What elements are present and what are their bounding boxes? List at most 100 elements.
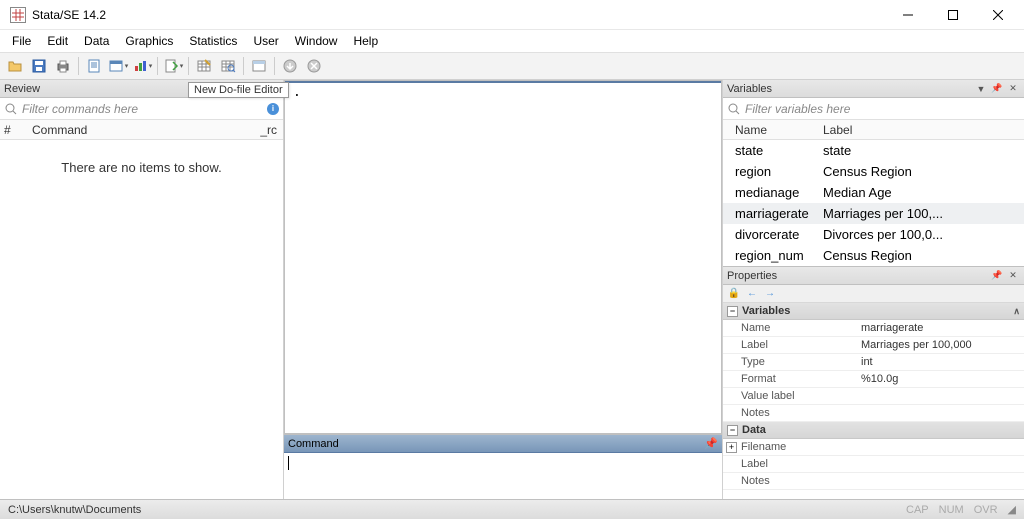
col-rc[interactable]: _rc	[249, 123, 279, 137]
review-columns: # Command _rc	[0, 120, 283, 140]
minimize-button[interactable]	[885, 0, 930, 30]
prev-icon[interactable]: ←	[745, 287, 759, 301]
command-pane: Command 📌	[284, 434, 722, 499]
command-input[interactable]	[284, 453, 722, 499]
toolbar: ▾ ▾ ▾	[0, 52, 1024, 80]
property-row[interactable]: Notes	[723, 405, 1024, 422]
chevron-up-icon[interactable]: ∧	[1013, 306, 1020, 317]
menu-file[interactable]: File	[4, 32, 39, 50]
pin-icon[interactable]: 📌	[990, 269, 1004, 283]
property-row[interactable]: Namemarriagerate	[723, 320, 1024, 337]
lock-icon[interactable]: 🔒	[727, 287, 741, 301]
property-row[interactable]: LabelMarriages per 100,000	[723, 337, 1024, 354]
col-command[interactable]: Command	[26, 123, 249, 137]
close-pane-icon[interactable]: ✕	[1006, 82, 1020, 96]
var-name: state	[731, 143, 823, 158]
menu-graphics[interactable]: Graphics	[117, 32, 181, 50]
filter-icon	[4, 102, 18, 116]
property-row[interactable]: Notes	[723, 473, 1024, 490]
do-file-editor-icon[interactable]: ▾	[162, 55, 184, 77]
review-title: Review	[4, 83, 40, 95]
prop-value: int	[861, 356, 1024, 368]
var-name: divorcerate	[731, 227, 823, 242]
indicator-num: NUM	[939, 504, 964, 516]
menu-user[interactable]: User	[245, 32, 286, 50]
property-row[interactable]: Label	[723, 456, 1024, 473]
resize-grip-icon[interactable]: ◢	[1008, 503, 1016, 516]
viewer-icon[interactable]: ▾	[107, 55, 129, 77]
var-name: marriagerate	[731, 206, 823, 221]
app-title: Stata/SE 14.2	[32, 8, 106, 22]
menu-window[interactable]: Window	[287, 32, 346, 50]
property-row[interactable]: Format%10.0g	[723, 371, 1024, 388]
prop-key: Name	[741, 322, 861, 334]
variable-row[interactable]: regionCensus Region	[723, 161, 1024, 182]
menubar: File Edit Data Graphics Statistics User …	[0, 30, 1024, 52]
prop-section-variables[interactable]: − Variables ∧	[723, 303, 1024, 320]
open-icon[interactable]	[4, 55, 26, 77]
tooltip: New Do-file Editor	[188, 82, 289, 98]
var-name: region_num	[731, 248, 823, 263]
property-row[interactable]: +Filename	[723, 439, 1024, 456]
variable-row[interactable]: medianageMedian Age	[723, 182, 1024, 203]
close-pane-icon[interactable]: ✕	[1006, 269, 1020, 283]
col-var-label[interactable]: Label	[823, 123, 1016, 137]
info-icon[interactable]: i	[267, 103, 279, 115]
output-content: .	[293, 85, 301, 100]
menu-help[interactable]: Help	[345, 32, 386, 50]
pin-icon[interactable]: 📌	[990, 82, 1004, 96]
prop-key: Format	[741, 373, 861, 385]
var-label: Census Region	[823, 164, 1016, 179]
variable-row[interactable]: marriagerateMarriages per 100,...	[723, 203, 1024, 224]
prop-key: Value label	[741, 390, 861, 402]
var-label: Census Region	[823, 248, 1016, 263]
collapse-icon[interactable]: −	[727, 306, 738, 317]
prop-key: Type	[741, 356, 861, 368]
menu-data[interactable]: Data	[76, 32, 117, 50]
variables-title: Variables	[727, 83, 772, 95]
prop-value: marriagerate	[861, 322, 1024, 334]
menu-statistics[interactable]: Statistics	[181, 32, 245, 50]
filter-toggle-icon[interactable]: ▼	[974, 82, 988, 96]
properties-title: Properties	[727, 270, 777, 282]
prop-value: %10.0g	[861, 373, 1024, 385]
graph-icon[interactable]: ▾	[131, 55, 153, 77]
properties-pane: Properties 📌 ✕ 🔒 ← → − Variables ∧ Namem…	[723, 266, 1024, 490]
collapse-icon[interactable]: −	[727, 425, 738, 436]
col-hash[interactable]: #	[4, 123, 26, 137]
app-icon	[10, 7, 26, 23]
variable-row[interactable]: statestate	[723, 140, 1024, 161]
data-browser-icon[interactable]	[217, 55, 239, 77]
prop-value: Marriages per 100,000	[861, 339, 1024, 351]
variable-row[interactable]: region_numCensus Region	[723, 245, 1024, 266]
data-editor-icon[interactable]	[193, 55, 215, 77]
save-icon[interactable]	[28, 55, 50, 77]
indicator-cap: CAP	[906, 504, 929, 516]
command-title: Command	[288, 438, 339, 450]
var-label: Marriages per 100,...	[823, 206, 1016, 221]
prop-section-data[interactable]: − Data	[723, 422, 1024, 439]
variable-row[interactable]: divorcerateDivorces per 100,0...	[723, 224, 1024, 245]
prop-key: Notes	[741, 407, 861, 419]
prop-key: Notes	[741, 475, 861, 487]
review-filter-input[interactable]	[22, 102, 267, 116]
var-name: medianage	[731, 185, 823, 200]
pin-icon[interactable]: 📌	[704, 437, 718, 450]
output-area[interactable]: .	[284, 80, 722, 434]
var-label: Median Age	[823, 185, 1016, 200]
break-icon[interactable]	[303, 55, 325, 77]
property-row[interactable]: Value label	[723, 388, 1024, 405]
print-icon[interactable]	[52, 55, 74, 77]
indicator-ovr: OVR	[974, 504, 998, 516]
menu-edit[interactable]: Edit	[39, 32, 76, 50]
property-row[interactable]: Typeint	[723, 354, 1024, 371]
log-icon[interactable]	[83, 55, 105, 77]
col-var-name[interactable]: Name	[731, 123, 823, 137]
clear-more-icon[interactable]	[279, 55, 301, 77]
variables-filter-input[interactable]	[745, 102, 1020, 116]
close-button[interactable]	[975, 0, 1020, 30]
var-name: region	[731, 164, 823, 179]
variables-manager-icon[interactable]	[248, 55, 270, 77]
next-icon[interactable]: →	[763, 287, 777, 301]
maximize-button[interactable]	[930, 0, 975, 30]
